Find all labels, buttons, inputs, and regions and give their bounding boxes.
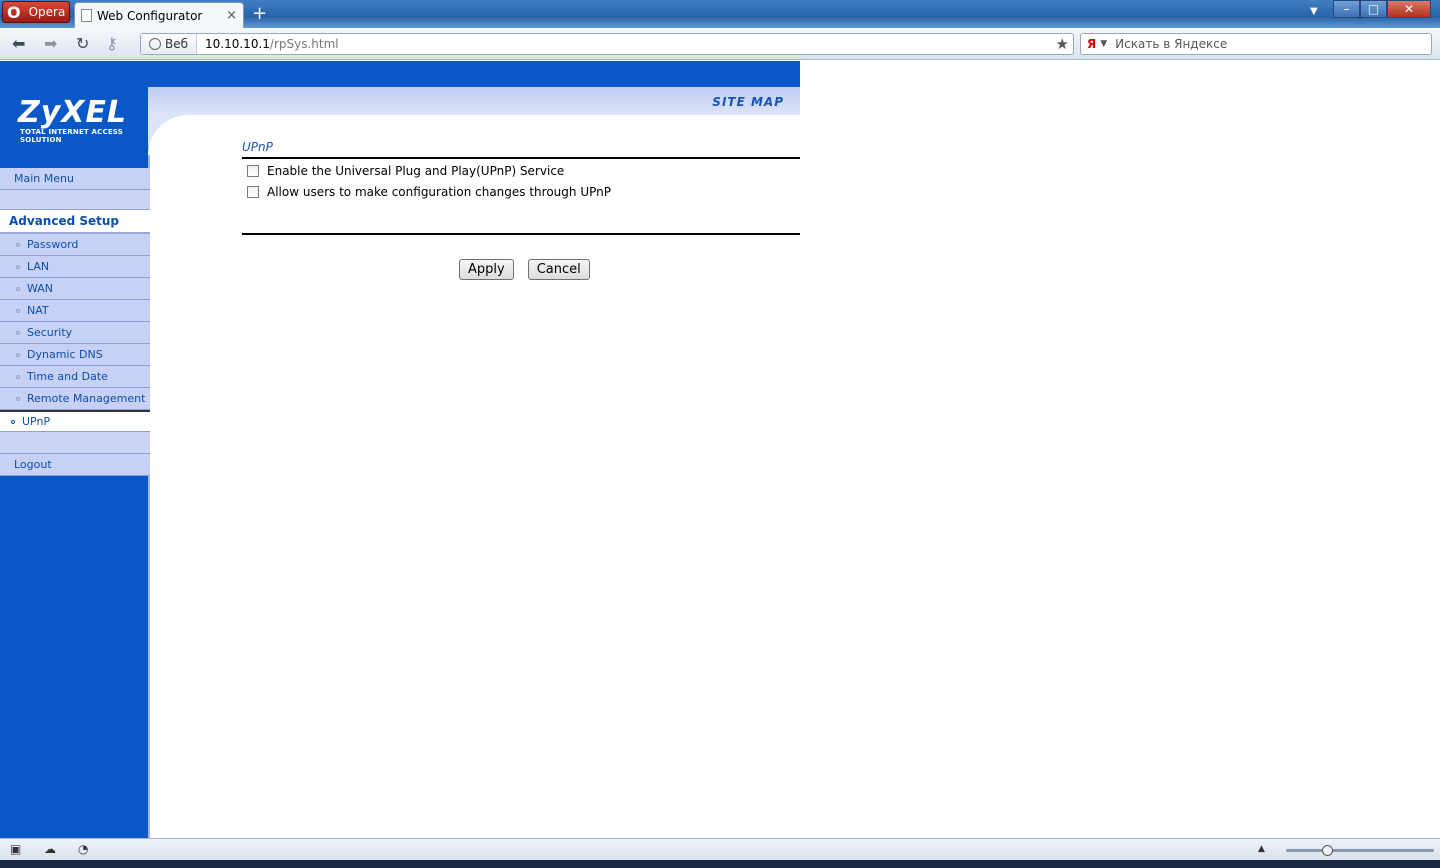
- opera-logo-icon: O: [7, 2, 21, 22]
- bullet-icon: [16, 352, 20, 357]
- os-taskbar: [0, 860, 1440, 868]
- minimize-button[interactable]: –: [1333, 0, 1360, 18]
- opera-menu-label: Opera: [28, 5, 66, 19]
- forward-arrow-icon[interactable]: ➡: [44, 34, 57, 53]
- sidebar-item-dynamic-dns[interactable]: Dynamic DNS: [0, 344, 150, 366]
- header-curve: [148, 115, 188, 155]
- zoom-slider[interactable]: [1286, 845, 1434, 856]
- sidebar-item-label: Dynamic DNS: [27, 348, 103, 361]
- bullet-icon: [16, 308, 20, 313]
- cancel-button[interactable]: Cancel: [527, 259, 590, 280]
- tab-close-icon[interactable]: ×: [226, 8, 237, 23]
- sidebar-item-label: UPnP: [22, 415, 51, 428]
- browser-toolbar: ⬅ ➡ ↻ ⚷ Веб 10.10.10.1 /rpSys.html ★ Я ▼…: [0, 28, 1440, 60]
- reload-icon[interactable]: ↻: [76, 34, 89, 53]
- sidebar-item-nat[interactable]: NAT: [0, 300, 150, 322]
- sidebar-item-main-menu[interactable]: Main Menu: [0, 168, 150, 190]
- page-title: UPnP: [242, 140, 800, 159]
- tab-web-configurator[interactable]: Web Configurator ×: [74, 2, 244, 28]
- upnp-allow-config-checkbox[interactable]: [247, 186, 259, 198]
- sidebar-item-label: Remote Management: [27, 392, 146, 405]
- sidebar-section-advanced-setup[interactable]: Advanced Setup: [0, 210, 150, 234]
- yandex-icon[interactable]: Я: [1087, 37, 1096, 51]
- sidebar-item-time-and-date[interactable]: Time and Date: [0, 366, 150, 388]
- browser-statusbar: ▣ ☁ ◔ ▲: [0, 838, 1440, 860]
- router-page: ZyXEL TOTAL INTERNET ACCESS SOLUTION SIT…: [0, 61, 1440, 838]
- sidebar-item-logout[interactable]: Logout: [0, 454, 150, 476]
- upnp-enable-checkbox[interactable]: [247, 165, 259, 177]
- sidebar-separator: [0, 432, 150, 454]
- search-box[interactable]: Я ▼ Искать в Яндексе: [1080, 33, 1432, 55]
- panel-toggle-icon[interactable]: ▣: [10, 842, 21, 856]
- window-controls: – □ ✕: [1333, 0, 1431, 18]
- sidebar-item-password[interactable]: Password: [0, 234, 150, 256]
- back-arrow-icon[interactable]: ⬅: [12, 34, 25, 53]
- search-placeholder: Искать в Яндексе: [1115, 37, 1228, 51]
- address-bar[interactable]: Веб 10.10.10.1 /rpSys.html ★: [140, 33, 1074, 55]
- browser-titlebar: O Opera Web Configurator × + ▼ – □ ✕: [0, 0, 1440, 28]
- form-buttons: Apply Cancel: [459, 259, 604, 280]
- divider: [242, 233, 800, 235]
- bullet-icon: [16, 396, 20, 401]
- tab-title: Web Configurator: [97, 8, 203, 23]
- sidebar-item-label: Time and Date: [27, 370, 108, 383]
- opera-menu-button[interactable]: O Opera: [2, 1, 70, 23]
- sidebar-item-label: Password: [27, 238, 79, 251]
- sidebar-item-security[interactable]: Security: [0, 322, 150, 344]
- zyxel-logo: ZyXEL TOTAL INTERNET ACCESS SOLUTION: [0, 87, 148, 167]
- sidebar-item-label: Security: [27, 326, 73, 339]
- bookmark-star-icon[interactable]: ★: [1056, 35, 1069, 53]
- bullet-icon: [11, 419, 15, 424]
- sidebar-item-remote-management[interactable]: Remote Management: [0, 388, 150, 410]
- sidebar-item-upnp[interactable]: UPnP: [0, 410, 150, 432]
- bullet-icon: [16, 330, 20, 335]
- document-icon: [81, 9, 92, 22]
- bullet-icon: [16, 242, 20, 247]
- upnp-enable-option[interactable]: Enable the Universal Plug and Play(UPnP)…: [242, 164, 800, 178]
- key-icon[interactable]: ⚷: [106, 34, 118, 53]
- window-close-button[interactable]: ✕: [1387, 0, 1431, 18]
- site-map-link[interactable]: SITE MAP: [712, 95, 784, 109]
- sidebar-item-label: NAT: [27, 304, 49, 317]
- sitemap-bar: SITE MAP: [148, 87, 800, 115]
- sidebar-separator: [0, 190, 150, 210]
- upnp-allow-config-option[interactable]: Allow users to make configuration change…: [242, 185, 800, 199]
- address-path: /rpSys.html: [269, 37, 339, 51]
- brand-tagline: TOTAL INTERNET ACCESS SOLUTION: [20, 128, 123, 144]
- globe-icon: [149, 38, 161, 50]
- sidebar-menu: Main Menu Advanced Setup Password LAN WA…: [0, 168, 150, 476]
- sidebar-item-label: LAN: [27, 260, 50, 273]
- sidebar-item-lan[interactable]: LAN: [0, 256, 150, 278]
- tab-list-chevron-down-icon[interactable]: ▼: [1310, 6, 1318, 17]
- site-info-button[interactable]: Веб: [141, 34, 198, 54]
- zoom-up-chevron-icon[interactable]: ▲: [1258, 844, 1265, 854]
- upnp-enable-label: Enable the Universal Plug and Play(UPnP)…: [267, 164, 565, 178]
- sidebar-item-wan[interactable]: WAN: [0, 278, 150, 300]
- speed-dial-icon[interactable]: ◔: [78, 842, 88, 856]
- upnp-allow-config-label: Allow users to make configuration change…: [267, 185, 611, 199]
- search-engine-chevron-down-icon[interactable]: ▼: [1100, 39, 1107, 49]
- brand-name: ZyXEL: [18, 95, 128, 130]
- upnp-panel: UPnP Enable the Universal Plug and Play(…: [242, 140, 800, 280]
- address-host: 10.10.10.1: [205, 37, 270, 51]
- maximize-button[interactable]: □: [1360, 0, 1387, 18]
- sidebar-item-label: WAN: [27, 282, 54, 295]
- opera-unite-cloud-icon[interactable]: ☁: [44, 842, 56, 856]
- new-tab-button[interactable]: +: [252, 3, 267, 24]
- apply-button[interactable]: Apply: [459, 259, 514, 280]
- bullet-icon: [16, 374, 20, 379]
- zoom-slider-handle[interactable]: [1322, 845, 1333, 856]
- bullet-icon: [16, 286, 20, 291]
- bullet-icon: [16, 264, 20, 269]
- site-scheme-label: Веб: [165, 37, 189, 51]
